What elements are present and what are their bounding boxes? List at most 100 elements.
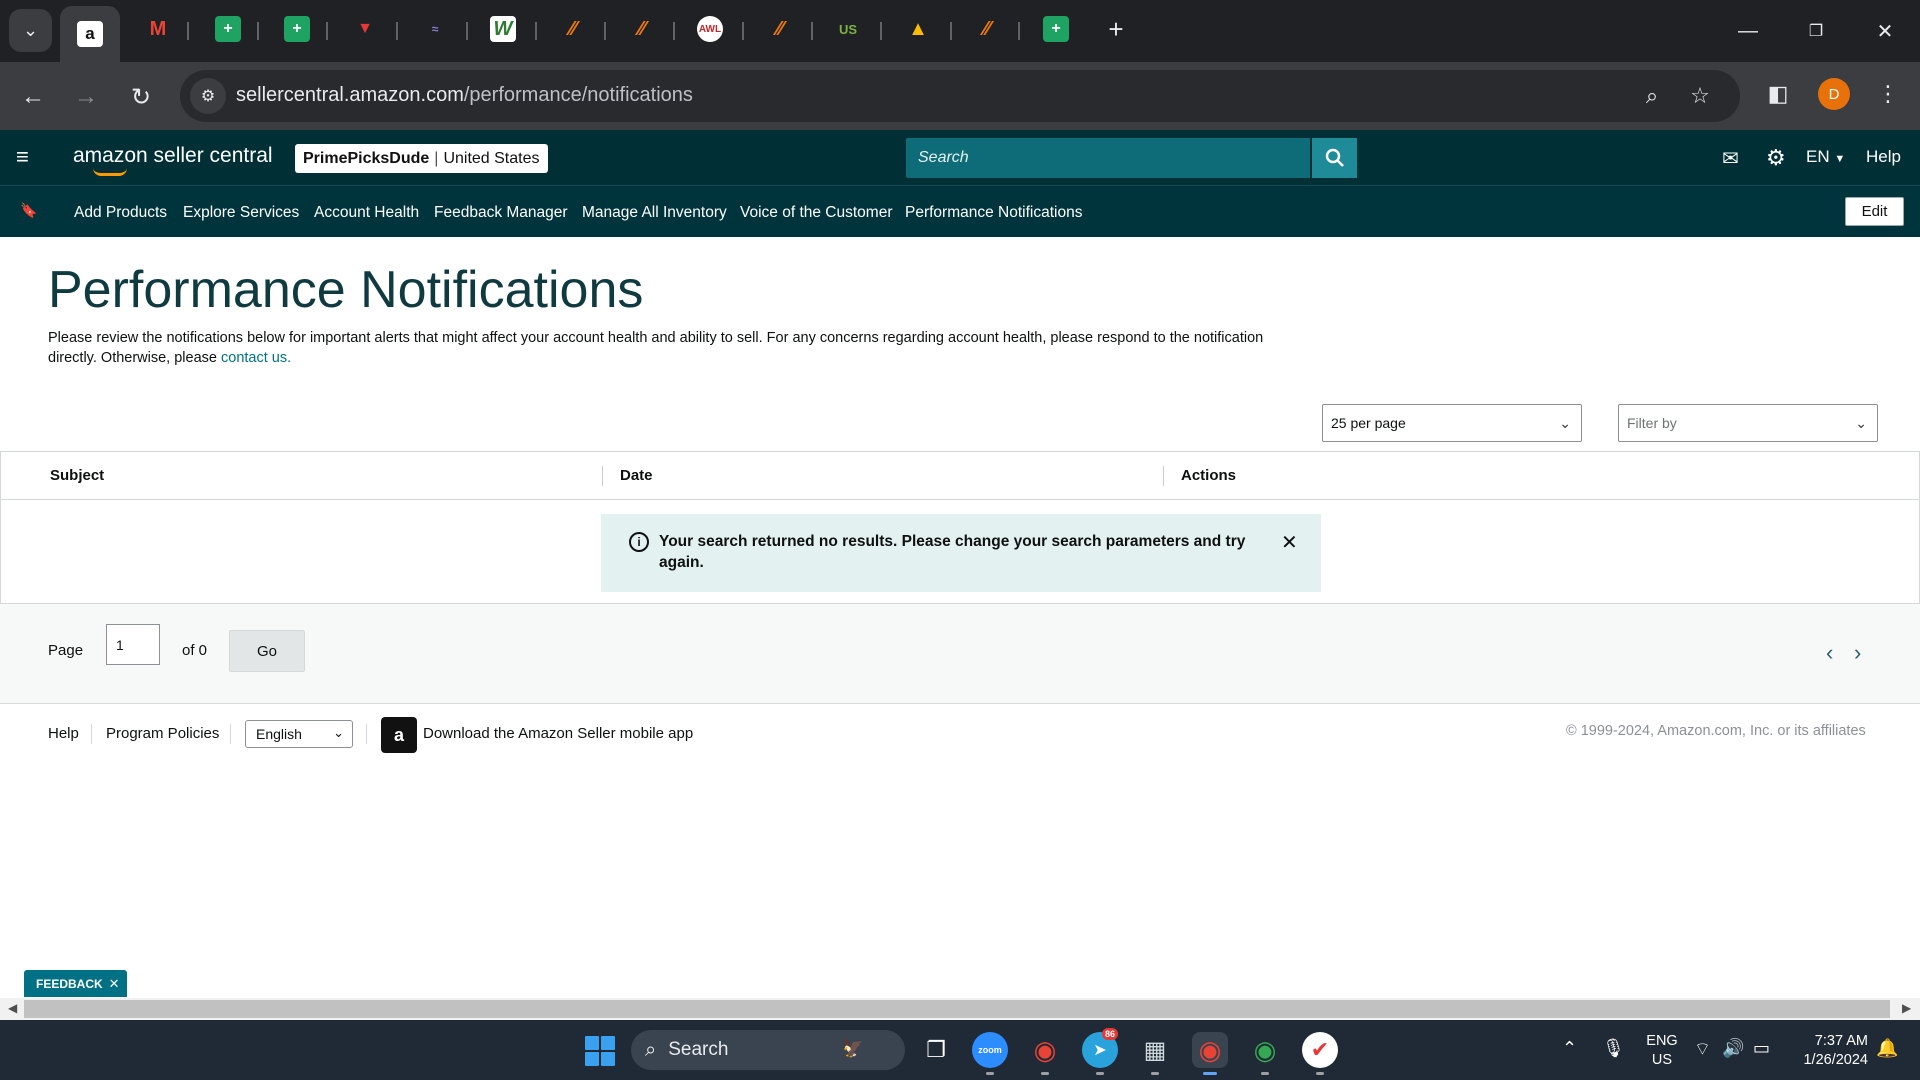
swoosh-favicon[interactable]: ≈ [422, 16, 448, 42]
forward-icon[interactable]: → [69, 80, 103, 114]
restore-icon[interactable]: ❐ [1796, 14, 1836, 48]
nav-voice-of-customer[interactable]: Voice of the Customer [740, 204, 893, 222]
calculator-app-icon[interactable]: ▦ [1137, 1032, 1173, 1068]
nav-add-products[interactable]: Add Products [74, 204, 167, 222]
settings-gear-icon[interactable]: ⚙ [1766, 145, 1786, 170]
bookmarks-nav-bar: 🔖 Add Products Explore Services Account … [0, 185, 1920, 237]
scroll-left-icon[interactable]: ◀ [8, 1001, 17, 1015]
battery-icon[interactable]: ▭ [1753, 1038, 1770, 1059]
close-icon[interactable]: ✕ [109, 976, 120, 992]
redbadge-favicon[interactable]: ▼ [352, 16, 378, 42]
nav-account-health[interactable]: Account Health [314, 204, 419, 222]
scroll-right-icon[interactable]: ▶ [1902, 1001, 1911, 1015]
gmail-favicon[interactable]: M [145, 16, 171, 42]
browser-toolbar: ← → ↻ ⚙ sellercentral.amazon.com/perform… [0, 62, 1920, 130]
site-info-icon[interactable]: ⚙ [190, 78, 226, 114]
filter-select[interactable]: Filter by ⌄ [1618, 404, 1878, 442]
side-panel-icon[interactable]: ◧ [1764, 80, 1792, 108]
zoom-app-icon[interactable]: zoom [972, 1032, 1008, 1068]
tab-amazon[interactable]: a [60, 6, 120, 62]
caret-down-icon: ▼ [1834, 153, 1846, 165]
minimize-icon[interactable]: — [1728, 14, 1768, 48]
checkmark-app-icon[interactable]: ✔ [1302, 1032, 1338, 1068]
chrome-profile-d-icon[interactable]: ◉ [1192, 1032, 1228, 1068]
back-icon[interactable]: ← [16, 80, 50, 114]
amazon-seller-app-icon[interactable]: a [381, 717, 417, 753]
mail-icon[interactable]: ✉ [1722, 146, 1739, 170]
hamburger-menu-icon[interactable]: ≡ [16, 146, 38, 168]
seller-search-button[interactable] [1312, 138, 1357, 178]
nav-explore-services[interactable]: Explore Services [183, 204, 299, 222]
clock[interactable]: 7:37 AM 1/26/2024 [1792, 1032, 1868, 1070]
nav-performance-notifications[interactable]: Performance Notifications [905, 204, 1082, 222]
language-selector[interactable]: EN ▼ [1806, 147, 1845, 167]
chevron-up-icon[interactable]: ⌃ [1562, 1038, 1577, 1059]
feedback-label: FEEDBACK [36, 976, 103, 991]
per-page-select[interactable]: 25 per page ⌄ [1322, 404, 1582, 442]
seller-search-input[interactable] [906, 138, 1310, 178]
wiki-favicon[interactable]: W [490, 16, 516, 42]
usfoods-favicon[interactable]: US [835, 16, 861, 42]
footer-language-select[interactable]: English ⌄ [245, 720, 353, 748]
new-tab-button[interactable]: + [1103, 14, 1129, 44]
download-app-link[interactable]: Download the Amazon Seller mobile app [423, 725, 693, 742]
task-view-icon[interactable]: ❐ [918, 1032, 954, 1068]
store-selector[interactable]: PrimePicksDude | United States [295, 144, 548, 173]
taskbar-search[interactable]: ⌕ Search 🦅 [631, 1030, 905, 1070]
feedback-button[interactable]: FEEDBACK ✕ [24, 970, 127, 997]
column-date[interactable]: Date [620, 467, 653, 484]
nav-manage-inventory[interactable]: Manage All Inventory [582, 204, 727, 222]
footer-help-link[interactable]: Help [48, 725, 79, 742]
drive-favicon[interactable]: ▲ [905, 16, 931, 42]
microphone-icon[interactable]: 🎙 [1602, 1038, 1625, 1059]
store-region: United States [443, 149, 540, 167]
scrollbar-thumb[interactable] [24, 1000, 1890, 1018]
sheets-favicon[interactable]: + [1043, 16, 1069, 42]
notification-bell-icon[interactable]: 🔔 [1876, 1038, 1898, 1059]
tab-divider [880, 22, 882, 40]
contact-us-link[interactable]: contact us. [221, 350, 291, 366]
address-bar[interactable]: ⚙ sellercentral.amazon.com/performance/n… [180, 70, 1740, 122]
reload-icon[interactable]: ↻ [124, 80, 158, 114]
windows-start-icon[interactable] [585, 1036, 615, 1066]
awl-favicon[interactable]: AWL [697, 16, 723, 42]
keepa-favicon[interactable]: ⁄⁄ [560, 16, 586, 42]
telegram-app-icon[interactable]: ➤ 86 [1082, 1028, 1119, 1068]
close-icon[interactable]: ✕ [1281, 530, 1298, 555]
volume-icon[interactable]: 🔊 [1722, 1038, 1744, 1059]
go-button[interactable]: Go [229, 630, 305, 672]
close-window-icon[interactable]: ✕ [1865, 14, 1905, 48]
nav-feedback-manager[interactable]: Feedback Manager [434, 204, 568, 222]
chevron-left-icon[interactable]: ‹ [1826, 640, 1833, 666]
keepa-favicon[interactable]: ⁄⁄ [767, 16, 793, 42]
footer-divider [230, 724, 231, 744]
keepa-favicon[interactable]: ⁄⁄ [974, 16, 1000, 42]
profile-avatar[interactable]: D [1818, 78, 1850, 110]
sheets-favicon[interactable]: + [284, 16, 310, 42]
help-link[interactable]: Help [1866, 147, 1901, 167]
horizontal-scrollbar[interactable]: ◀ ▶ [0, 998, 1920, 1020]
page-number-input[interactable] [106, 624, 160, 665]
seller-central-logo[interactable]: amazon seller central [73, 144, 273, 176]
column-subject[interactable]: Subject [50, 467, 104, 484]
edit-bookmarks-button[interactable]: Edit [1845, 197, 1904, 226]
tab-search-button[interactable]: ⌄ [9, 9, 52, 52]
menu-kebab-icon[interactable]: ⋮ [1874, 80, 1902, 108]
notification-badge: 86 [1102, 1028, 1119, 1040]
url-text[interactable]: sellercentral.amazon.com/performance/not… [236, 84, 693, 107]
wifi-icon[interactable]: ⌔ [1694, 1038, 1711, 1061]
tab-divider [604, 22, 606, 40]
chrome-app-icon[interactable]: ◉ [1027, 1032, 1063, 1068]
program-policies-link[interactable]: Program Policies [106, 725, 219, 742]
windows-taskbar: ⌕ Search 🦅 ❐ zoom ◉ ➤ 86 ▦ ◉ ◉ ✔ ⌃ 🎙 ENG… [0, 1020, 1920, 1080]
keepa-favicon[interactable]: ⁄⁄ [629, 16, 655, 42]
bookmark-star-icon[interactable]: ☆ [1686, 82, 1714, 110]
input-language[interactable]: ENG US [1644, 1032, 1680, 1070]
column-actions: Actions [1181, 467, 1237, 484]
zoom-icon[interactable]: ⌕ [1638, 82, 1666, 110]
bookmark-icon[interactable]: 🔖 [20, 202, 37, 219]
sheets-favicon[interactable]: + [215, 16, 241, 42]
taskbar-search-label: Search [668, 1039, 729, 1060]
chevron-right-icon[interactable]: › [1854, 640, 1861, 666]
chrome-profile-i-icon[interactable]: ◉ [1247, 1032, 1283, 1068]
